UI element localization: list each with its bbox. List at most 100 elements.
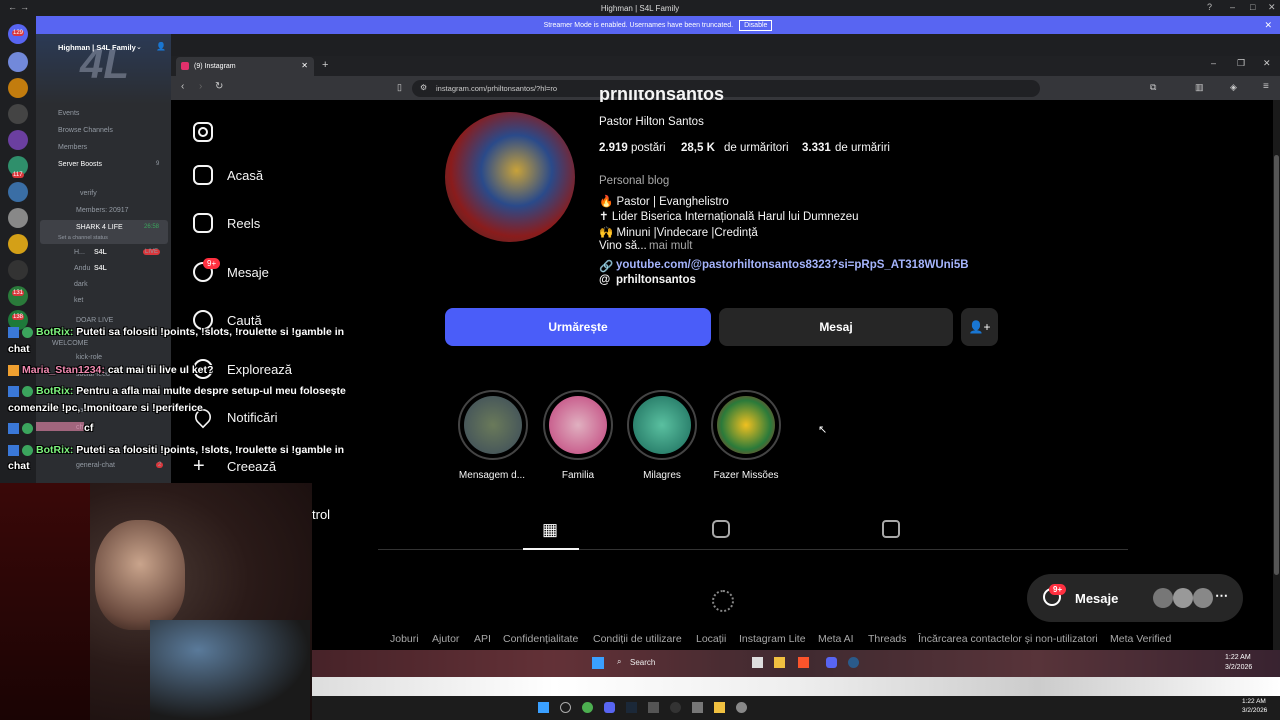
app-icon[interactable] xyxy=(648,702,659,713)
site-info-icon[interactable]: ⚙ xyxy=(420,83,427,92)
extensions-icon[interactable]: ⧉ xyxy=(1150,82,1156,93)
messages-pill[interactable]: 9+ Mesaje ⋯ xyxy=(1027,574,1243,622)
add-member-icon[interactable]: 👤 xyxy=(156,42,166,51)
followers-count[interactable]: 28,5 K xyxy=(681,142,715,154)
footer-link[interactable]: Încărcarea contactelor și non-utilizator… xyxy=(918,633,1098,645)
clock-date[interactable]: 3/2/2026 xyxy=(1225,664,1252,671)
bookmark-icon[interactable]: ▯ xyxy=(397,82,402,93)
footer-link[interactable]: Ajutor xyxy=(432,633,459,645)
add-person-icon[interactable]: 👤+ xyxy=(961,308,998,346)
menu-events[interactable]: Events xyxy=(58,110,79,117)
nav-reels[interactable]: Reels xyxy=(193,213,260,233)
wallet-icon[interactable]: ◈ xyxy=(1230,82,1237,93)
minimize-icon[interactable]: – xyxy=(1230,2,1235,12)
footer-link[interactable]: Instagram Lite xyxy=(739,633,806,645)
server-icon[interactable] xyxy=(8,104,28,124)
highlight[interactable] xyxy=(543,390,613,460)
menu-browse-channels[interactable]: Browse Channels xyxy=(58,127,113,134)
footer-link[interactable]: Locații xyxy=(696,633,726,645)
search-icon[interactable] xyxy=(560,702,571,713)
brave-icon[interactable] xyxy=(798,657,809,668)
banner-close-icon[interactable]: ✕ xyxy=(1264,20,1272,31)
forward-arrow-icon[interactable]: → xyxy=(20,2,29,12)
channel-doar-live[interactable]: DOAR LIVE xyxy=(76,317,113,324)
back-icon[interactable]: ‹ xyxy=(181,81,184,92)
server-icon[interactable] xyxy=(8,182,28,202)
chrome-icon[interactable] xyxy=(582,702,593,713)
disable-button[interactable]: Disable xyxy=(739,19,773,31)
server-icon[interactable] xyxy=(8,130,28,150)
close-tab-icon[interactable]: ✕ xyxy=(301,61,308,70)
grid-icon[interactable]: ▦ xyxy=(542,520,558,540)
discord-icon[interactable] xyxy=(604,702,615,713)
nav-more-label[interactable]: trol xyxy=(312,507,330,522)
server-icon[interactable] xyxy=(8,286,28,306)
voice-user[interactable]: ket xyxy=(74,297,83,304)
chevron-down-icon[interactable]: ⌄ xyxy=(136,43,142,51)
nav-create[interactable]: + Creează xyxy=(193,456,276,476)
steam-icon[interactable] xyxy=(626,702,637,713)
browser-close-icon[interactable]: ✕ xyxy=(1263,58,1271,69)
server-icon[interactable] xyxy=(8,52,28,72)
nav-notifications[interactable]: Notificări xyxy=(191,405,278,429)
highlight[interactable] xyxy=(627,390,697,460)
app-icon[interactable] xyxy=(692,702,703,713)
taskbar-search[interactable]: Search xyxy=(630,658,655,667)
clock-time[interactable]: 1:22 AM xyxy=(1225,654,1251,661)
more-link[interactable]: mai mult xyxy=(649,240,692,252)
help-icon[interactable]: ? xyxy=(1207,2,1212,12)
voice-user[interactable]: Andu xyxy=(74,265,90,272)
forward-icon[interactable]: › xyxy=(199,81,202,92)
address-bar[interactable]: ⚙ instagram.com/prhiltonsantos/?hl=ro xyxy=(412,80,1040,97)
taskbar-search-icon[interactable]: ⌕ xyxy=(617,657,621,667)
reload-icon[interactable]: ↻ xyxy=(215,81,223,92)
nav-home[interactable]: Acasă xyxy=(193,165,263,185)
voice-user[interactable]: H... xyxy=(74,249,85,256)
footer-link[interactable]: Joburi xyxy=(390,633,419,645)
new-tab-icon[interactable]: + xyxy=(322,59,328,71)
following-label[interactable]: de urmăriri xyxy=(835,142,890,154)
discord-icon[interactable] xyxy=(826,657,837,668)
clock-time[interactable]: 1:22 AM xyxy=(1242,698,1266,705)
footer-link[interactable]: Threads xyxy=(868,633,907,645)
highlight[interactable] xyxy=(458,390,528,460)
server-icon[interactable] xyxy=(8,260,28,280)
channel-kick-role[interactable]: kick-role xyxy=(76,354,102,361)
highlight-label[interactable]: Fazer Missões xyxy=(691,470,801,481)
message-button[interactable]: Mesaj xyxy=(719,308,953,346)
steam-icon[interactable] xyxy=(848,657,859,668)
menu-icon[interactable]: ≡ xyxy=(1263,81,1269,92)
footer-link[interactable]: Condiții de utilizare xyxy=(593,633,682,645)
app-icon[interactable] xyxy=(736,702,747,713)
sidebar-icon[interactable]: ▥ xyxy=(1195,82,1204,93)
windows-start-icon[interactable] xyxy=(538,702,549,713)
windows-start-icon[interactable] xyxy=(592,657,604,669)
voice-user[interactable]: dark xyxy=(74,281,88,288)
scrollbar[interactable] xyxy=(1273,100,1280,650)
tagged-tab-icon[interactable] xyxy=(882,520,900,538)
back-arrow-icon[interactable]: ← xyxy=(8,2,17,12)
footer-link[interactable]: Meta Verified xyxy=(1110,633,1171,645)
maximize-icon[interactable]: □ xyxy=(1250,2,1255,12)
browser-restore-icon[interactable]: ❐ xyxy=(1237,58,1245,69)
file-explorer-icon[interactable] xyxy=(714,702,725,713)
highlight[interactable] xyxy=(711,390,781,460)
external-link[interactable]: youtube.com/@pastorhiltonsantos8323?si=p… xyxy=(616,259,969,271)
channel-general-chat[interactable]: general-chat xyxy=(76,462,115,469)
browser-tab[interactable]: (9) Instagram ✕ xyxy=(176,57,314,76)
footer-link[interactable]: API xyxy=(474,633,491,645)
footer-link[interactable]: Confidențialitate xyxy=(503,633,578,645)
voice-channel-name[interactable]: SHARK 4 LIFE xyxy=(76,224,123,231)
more-dots-icon[interactable]: ⋯ xyxy=(1215,588,1228,604)
app-icon[interactable] xyxy=(670,702,681,713)
file-explorer-icon[interactable] xyxy=(774,657,785,668)
threads-link[interactable]: prhiltonsantos xyxy=(616,274,696,286)
instagram-logo-icon[interactable] xyxy=(193,122,213,142)
category-welcome[interactable]: WELCOME xyxy=(52,340,88,347)
footer-link[interactable]: Meta AI xyxy=(818,633,854,645)
profile-avatar[interactable] xyxy=(445,112,575,242)
server-icon[interactable] xyxy=(8,208,28,228)
following-count[interactable]: 3.331 xyxy=(802,142,831,154)
browser-minimize-icon[interactable]: – xyxy=(1211,58,1216,68)
server-icon[interactable] xyxy=(8,78,28,98)
